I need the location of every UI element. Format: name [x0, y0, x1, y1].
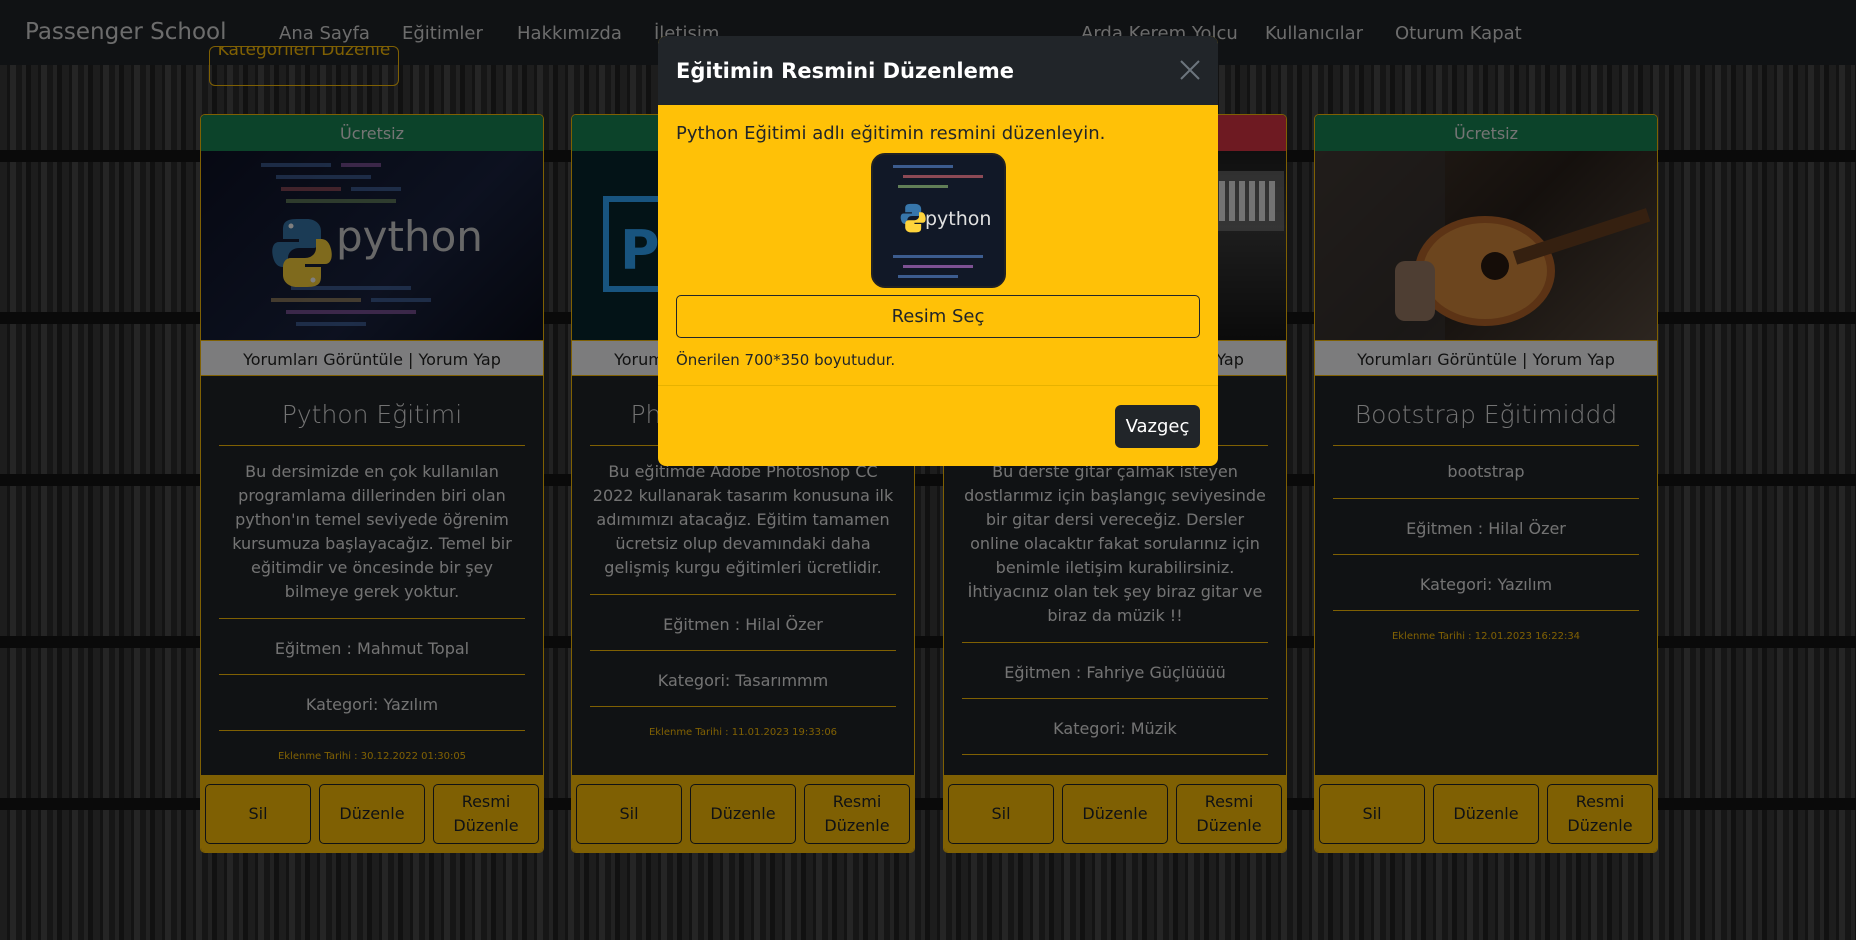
choose-image-button[interactable]: Resim Seç: [676, 295, 1200, 338]
close-icon[interactable]: [1178, 58, 1202, 82]
edit-image-modal: Eğitimin Resmini Düzenleme Python Eğitim…: [658, 36, 1218, 466]
size-hint: Önerilen 700*350 boyutudur.: [676, 351, 896, 369]
modal-body: Python Eğitimi adlı eğitimin resmini düz…: [658, 105, 1218, 405]
current-image-preview: python: [871, 153, 1006, 288]
cancel-button[interactable]: Vazgeç: [1115, 405, 1200, 448]
modal-header: Eğitimin Resmini Düzenleme: [658, 36, 1218, 105]
modal-title: Eğitimin Resmini Düzenleme: [676, 58, 1014, 83]
modal-divider: [658, 385, 1218, 386]
modal-description: Python Eğitimi adlı eğitimin resmini düz…: [676, 123, 1106, 144]
svg-text:python: python: [925, 208, 991, 230]
